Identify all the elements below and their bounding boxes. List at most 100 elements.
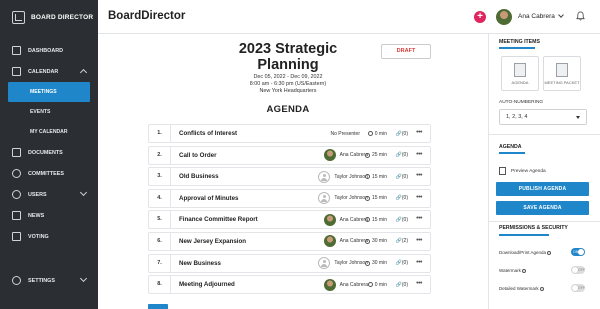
- agenda-item[interactable]: 5. Finance Committee Report Ana Cabrera …: [148, 210, 431, 230]
- section-underline: [499, 234, 549, 236]
- agenda-item-presenter: Ana Cabrera: [323, 213, 368, 226]
- chevron-down-icon[interactable]: [558, 12, 564, 18]
- sidebar-item-committees[interactable]: COMMITTEES: [0, 163, 98, 184]
- agenda-item-number: 2.: [149, 146, 171, 164]
- agenda-item-number: 8.: [149, 276, 171, 294]
- documents-icon: [12, 148, 21, 157]
- dashboard-icon: [12, 46, 21, 55]
- agenda-item-title[interactable]: Call to Order: [179, 152, 216, 159]
- agenda-item-attachments[interactable]: 🔗(0): [396, 217, 408, 223]
- sidebar-item-label: VOTING: [28, 233, 49, 240]
- preview-icon: [499, 167, 506, 175]
- clock-icon: [365, 174, 371, 180]
- agenda-item-duration: 0 min: [368, 282, 387, 288]
- save-agenda-button[interactable]: SAVE AGENDA: [496, 201, 589, 215]
- sidebar-item-users[interactable]: USERS: [0, 184, 98, 205]
- user-avatar[interactable]: [496, 9, 512, 25]
- meeting-packet-tile[interactable]: MEETING PACKET: [543, 56, 581, 91]
- publish-agenda-button[interactable]: PUBLISH AGENDA: [496, 182, 589, 196]
- calendar-icon: [12, 67, 21, 76]
- agenda-item[interactable]: 4. Approval of Minutes Taylor Johnson 15…: [148, 188, 431, 208]
- perm-detailed-watermark: Detailed Watermark OFF: [499, 284, 585, 292]
- agenda-item-attachments[interactable]: 🔗(0): [396, 195, 408, 201]
- agenda-item[interactable]: 1. Conflicts of Interest No Presenter 0 …: [148, 124, 431, 143]
- agenda-item-attachments[interactable]: 🔗(0): [396, 174, 408, 180]
- brand-logo[interactable]: BOARD DIRECTOR: [0, 0, 98, 34]
- divider: [489, 134, 600, 135]
- clock-icon: [365, 195, 371, 201]
- more-options-icon[interactable]: •••: [416, 151, 422, 158]
- agenda-item-attachments[interactable]: 🔗(0): [396, 131, 408, 137]
- agenda-item-title[interactable]: Finance Committee Report: [179, 216, 258, 223]
- user-name[interactable]: Ana Cabrera: [518, 13, 555, 20]
- chevron-down-icon: [79, 188, 88, 197]
- clock-icon: [365, 152, 371, 158]
- sidebar-item-documents[interactable]: DOCUMENTS: [0, 142, 98, 163]
- agenda-item[interactable]: 3. Old Business Taylor Johnson 15 min 🔗(…: [148, 167, 431, 187]
- sidebar-item-my-calendar[interactable]: MY CALENDAR: [0, 122, 98, 142]
- sidebar: BOARD DIRECTOR DASHBOARD CALENDAR MEETIN…: [0, 0, 98, 309]
- sidebar-item-label: DOCUMENTS: [28, 149, 63, 156]
- more-options-icon[interactable]: •••: [416, 172, 422, 179]
- agenda-item[interactable]: 2. Call to Order Ana Cabrera 25 min 🔗(0)…: [148, 145, 431, 165]
- auto-numbering-select[interactable]: 1, 2, 3, 4: [499, 109, 587, 125]
- agenda-item-attachments[interactable]: 🔗(0): [396, 260, 408, 266]
- agenda-document: 2023 Strategic Planning DRAFT Dec 05, 20…: [98, 34, 488, 309]
- preview-agenda-link[interactable]: Preview Agenda: [499, 167, 546, 175]
- more-options-icon[interactable]: •••: [416, 259, 422, 266]
- agenda-tile[interactable]: AGENDA: [501, 56, 539, 91]
- sidebar-item-calendar[interactable]: CALENDAR: [0, 61, 98, 82]
- agenda-item-duration: 15 min: [365, 174, 387, 180]
- help-icon[interactable]: [547, 250, 552, 255]
- help-icon[interactable]: [521, 268, 526, 273]
- watermark-toggle[interactable]: OFF: [571, 266, 585, 274]
- detailed-watermark-toggle[interactable]: OFF: [571, 284, 585, 292]
- agenda-item-title[interactable]: Approval of Minutes: [179, 195, 238, 202]
- agenda-item-title[interactable]: Conflicts of Interest: [179, 130, 237, 137]
- agenda-item-attachments[interactable]: 🔗(0): [396, 152, 408, 158]
- sidebar-item-events[interactable]: EVENTS: [0, 102, 98, 122]
- voting-icon: [12, 232, 21, 241]
- agenda-item-number: 7.: [149, 254, 171, 272]
- sidebar-item-news[interactable]: NEWS: [0, 205, 98, 226]
- agenda-item-presenter: Ana Cabrera: [323, 149, 368, 162]
- download-print-toggle[interactable]: ON: [571, 248, 585, 256]
- add-item-button[interactable]: [148, 304, 168, 309]
- agenda-item-title[interactable]: Old Business: [179, 173, 219, 180]
- help-icon[interactable]: [539, 286, 544, 291]
- agenda-item-presenter: Ana Cabrera: [323, 278, 368, 291]
- sidebar-item-label: USERS: [28, 191, 47, 198]
- right-panel: MEETING ITEMS AGENDA MEETING PACKET AUTO…: [488, 34, 600, 309]
- agenda-item-number: 5.: [149, 211, 171, 229]
- sidebar-item-settings[interactable]: SETTINGS: [0, 270, 98, 291]
- clock-icon: [368, 131, 374, 136]
- more-options-icon[interactable]: •••: [416, 237, 422, 244]
- users-icon: [12, 190, 21, 199]
- sidebar-item-dashboard[interactable]: DASHBOARD: [0, 40, 98, 61]
- agenda-item-number: 6.: [149, 232, 171, 250]
- more-options-icon[interactable]: •••: [416, 280, 422, 287]
- more-options-icon[interactable]: •••: [416, 215, 422, 222]
- sidebar-item-label: SETTINGS: [28, 277, 55, 284]
- notification-bell-icon[interactable]: [576, 11, 585, 21]
- sidebar-item-voting[interactable]: VOTING: [0, 226, 98, 247]
- sidebar-item-label: NEWS: [28, 212, 45, 219]
- meeting-location: New York Headquarters: [259, 88, 317, 94]
- sidebar-item-meetings[interactable]: MEETINGS: [8, 82, 90, 102]
- agenda-item[interactable]: 7. New Business Taylor Johnson 30 min 🔗(…: [148, 253, 431, 273]
- agenda-item-title[interactable]: Meeting Adjourned: [179, 281, 235, 288]
- agenda-item-number: 4.: [149, 189, 171, 207]
- agenda-item-title[interactable]: New Business: [179, 260, 221, 267]
- agenda-item-attachments[interactable]: 🔗(0): [396, 282, 408, 288]
- draft-badge[interactable]: DRAFT: [381, 44, 431, 59]
- more-options-icon[interactable]: •••: [416, 194, 422, 201]
- board-director-logo-icon: [12, 10, 25, 24]
- more-options-icon[interactable]: •••: [416, 129, 422, 136]
- meeting-items-title: MEETING ITEMS: [499, 39, 540, 45]
- agenda-item-title[interactable]: New Jersey Expansion: [179, 238, 246, 245]
- settings-icon: [12, 276, 21, 285]
- add-button[interactable]: +: [474, 11, 486, 23]
- agenda-item[interactable]: 6. New Jersey Expansion Ana Cabrera 30 m…: [148, 231, 431, 251]
- agenda-item[interactable]: 8. Meeting Adjourned Ana Cabrera 0 min 🔗…: [148, 275, 431, 295]
- agenda-item-attachments[interactable]: 🔗(2): [396, 238, 408, 244]
